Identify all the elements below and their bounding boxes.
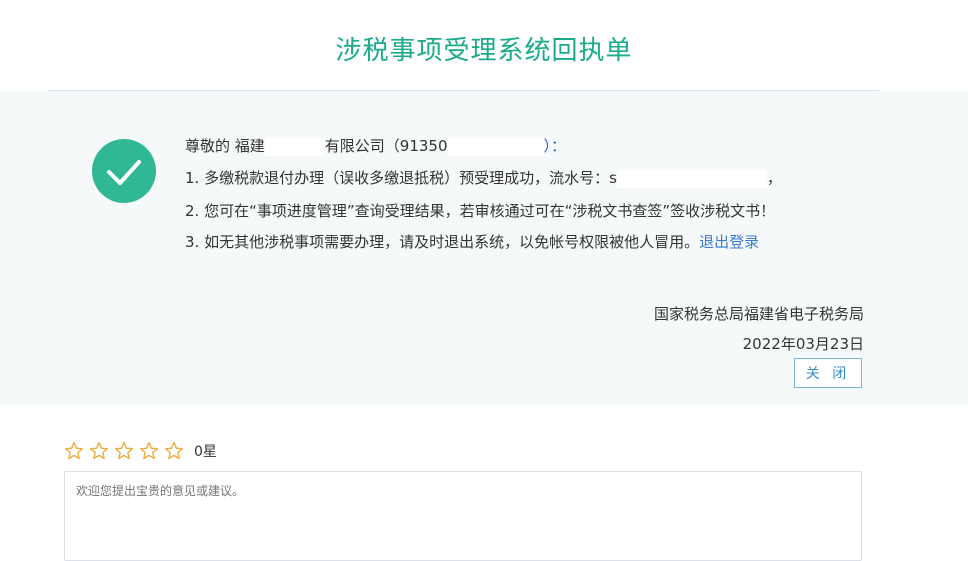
issue-date: 2022年03月23日 xyxy=(742,335,864,353)
line1-text: 1. 多缴税款退付办理（误收多缴退抵税）预受理成功，流水号：s xyxy=(185,169,617,187)
line1-suffix: ， xyxy=(766,169,782,187)
greeting-prefix: 尊敬的 福建 xyxy=(185,137,265,155)
close-button[interactable]: 关 闭 xyxy=(794,358,862,388)
receipt-panel: 尊敬的 福建 有限公司（91350 ）： 1. 多缴税款退付办理（误收多缴退抵税）预… xyxy=(0,91,968,405)
star-rating: 0星 xyxy=(64,440,217,462)
star-icon[interactable] xyxy=(114,441,134,461)
redacted-serial xyxy=(616,169,767,188)
redacted-tax-id xyxy=(447,137,544,156)
rating-label: 0星 xyxy=(194,444,217,460)
feedback-textarea[interactable] xyxy=(64,471,862,561)
line3-text: 3. 如无其他涉税事项需要办理，请及时退出系统，以免帐号权限被他人冒用。 xyxy=(185,233,700,251)
redacted-name xyxy=(264,137,325,156)
star-icon[interactable] xyxy=(164,441,184,461)
greeting-line: 尊敬的 福建 有限公司（91350 ）： xyxy=(185,135,566,156)
info-line-2: 2. 您可在“事项进度管理”查询受理结果，若审核通过可在“涉税文书查签”签收涉税… xyxy=(185,202,776,220)
info-line-1: 1. 多缴税款退付办理（误收多缴退抵税）预受理成功，流水号：s ， xyxy=(185,167,782,188)
greeting-company: 有限公司（91350 xyxy=(324,137,448,155)
star-icon[interactable] xyxy=(89,441,109,461)
success-check-icon xyxy=(92,139,156,203)
issuer: 国家税务总局福建省电子税务局 xyxy=(653,305,864,323)
star-icon[interactable] xyxy=(64,441,84,461)
greeting-suffix: ）： xyxy=(543,137,567,155)
page-title: 涉税事项受理系统回执单 xyxy=(335,36,633,66)
header: 涉税事项受理系统回执单 xyxy=(0,0,968,91)
star-icon[interactable] xyxy=(139,441,159,461)
info-line-3: 3. 如无其他涉税事项需要办理，请及时退出系统，以免帐号权限被他人冒用。退出登录 xyxy=(185,231,759,252)
logout-link[interactable]: 退出登录 xyxy=(699,233,759,251)
